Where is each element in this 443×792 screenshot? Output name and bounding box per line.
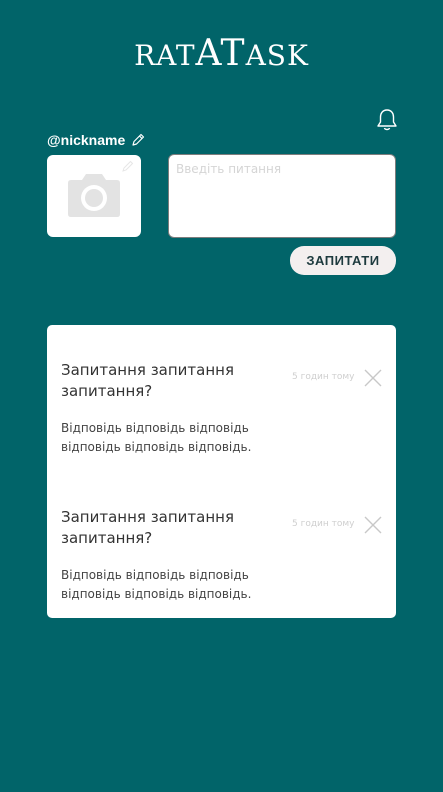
- logo-part-rat: RAT: [134, 39, 196, 72]
- question-time: 5 годин тому: [292, 372, 355, 382]
- questions-list: Запитання запитання запитання? 5 годин т…: [47, 325, 396, 618]
- ask-button[interactable]: ЗАПИТАТИ: [290, 246, 396, 275]
- bell-icon[interactable]: [376, 108, 398, 132]
- nickname-label: @nickname: [47, 132, 126, 148]
- logo-part-at: AT: [195, 33, 246, 74]
- pencil-icon[interactable]: [130, 132, 146, 148]
- profile-header: @nickname: [47, 132, 146, 148]
- question-text: Запитання запитання запитання?: [61, 361, 234, 400]
- logo-part-ask: ASK: [245, 39, 309, 72]
- camera-icon: [68, 174, 120, 217]
- app-logo: RATATASK: [0, 33, 443, 74]
- answer-text: Відповідь відповідь відповідь відповідь …: [61, 568, 252, 601]
- answer-text: Відповідь відповідь відповідь відповідь …: [61, 421, 252, 454]
- edit-avatar-icon[interactable]: [122, 160, 134, 172]
- question-input[interactable]: [168, 154, 396, 238]
- close-icon[interactable]: [364, 369, 382, 387]
- question-time: 5 годин тому: [292, 519, 355, 529]
- close-icon[interactable]: [364, 516, 382, 534]
- avatar-upload[interactable]: [47, 155, 141, 237]
- question-text: Запитання запитання запитання?: [61, 508, 234, 547]
